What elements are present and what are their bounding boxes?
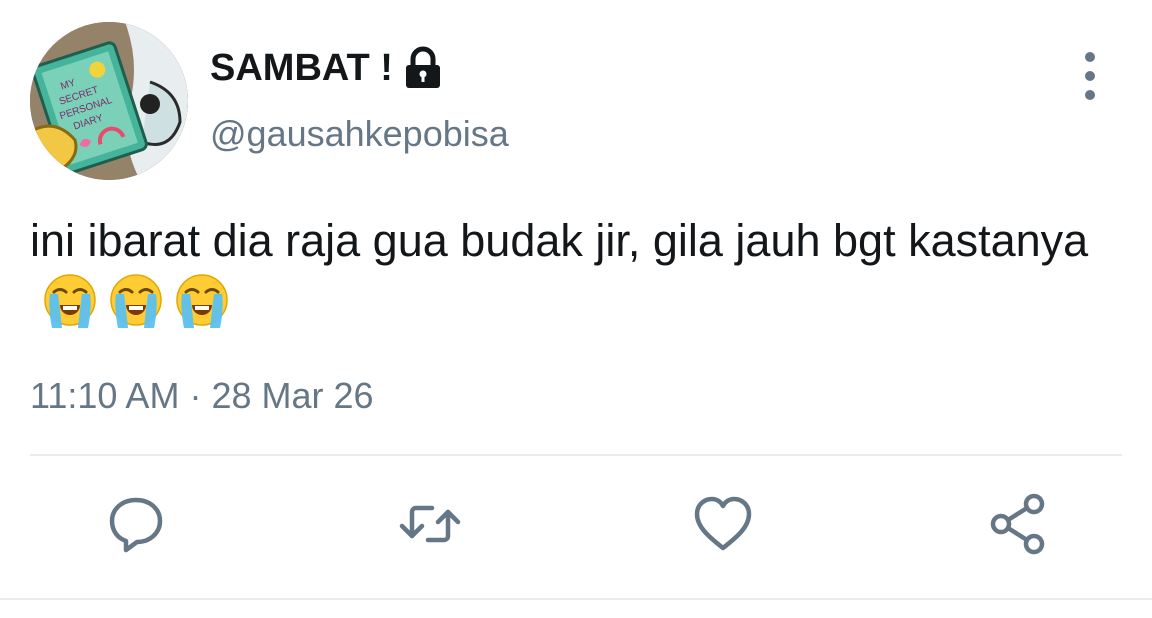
loudly-crying-face-icon xyxy=(44,274,96,329)
tweet-text-content: ini ibarat dia raja gua budak jir, gila … xyxy=(30,215,1089,266)
display-name-row[interactable]: SAMBAT ! xyxy=(210,44,443,92)
tweet-text: ini ibarat dia raja gua budak jir, gila … xyxy=(30,210,1120,336)
reply-icon xyxy=(109,497,163,553)
tweet-date: 28 Mar 26 xyxy=(211,375,374,416)
like-button[interactable] xyxy=(691,492,755,556)
meta-separator: · xyxy=(189,375,202,416)
tweet-time: 11:10 AM xyxy=(30,375,180,416)
retweet-button[interactable] xyxy=(398,492,462,556)
share-button[interactable] xyxy=(986,492,1050,556)
more-vertical-icon xyxy=(1085,52,1095,62)
retweet-icon xyxy=(399,505,461,543)
loudly-crying-face-icon xyxy=(176,274,228,329)
avatar[interactable]: MY SECRET PERSONAL DIARY xyxy=(30,22,188,180)
bottom-divider xyxy=(0,598,1152,600)
tweet-timestamp: 11:10 AM · 28 Mar 26 xyxy=(30,372,374,420)
avatar-image: MY SECRET PERSONAL DIARY xyxy=(30,22,188,180)
lock-icon xyxy=(405,46,440,88)
heart-icon xyxy=(694,496,752,551)
more-options-button[interactable] xyxy=(1070,52,1110,100)
user-handle[interactable]: @gausahkepobisa xyxy=(210,110,509,158)
divider xyxy=(30,454,1122,456)
emoji-group xyxy=(40,272,232,332)
display-name[interactable]: SAMBAT ! xyxy=(210,44,393,92)
reply-button[interactable] xyxy=(104,492,168,556)
loudly-crying-face-icon xyxy=(110,274,162,329)
tweet-actions xyxy=(0,492,1152,562)
share-icon xyxy=(990,493,1045,555)
